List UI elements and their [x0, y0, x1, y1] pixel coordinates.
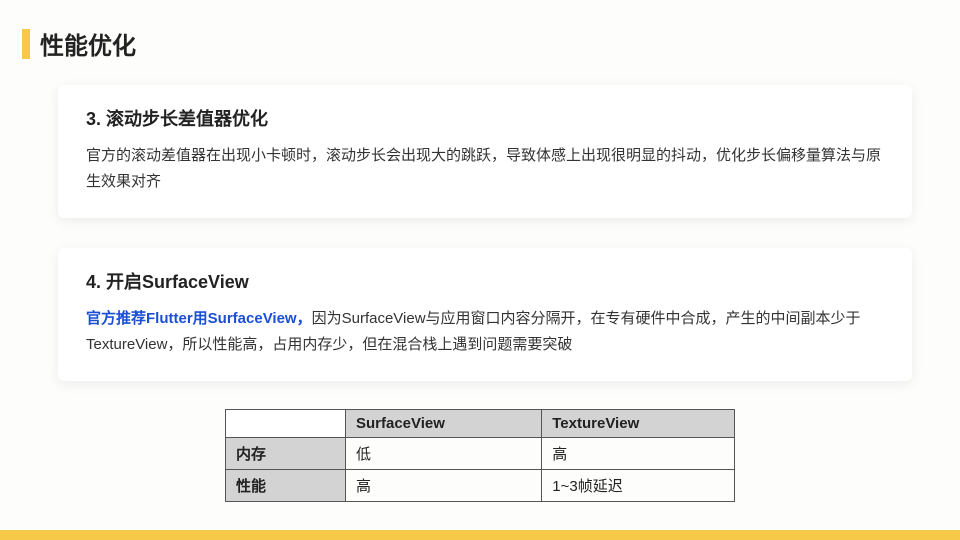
comparison-table-wrap: SurfaceView TextureView 内存 低 高 性能 高 1~3帧…	[225, 409, 735, 502]
table-corner	[226, 410, 346, 438]
table-row: 性能 高 1~3帧延迟	[226, 470, 735, 502]
title-bar: 性能优化	[0, 0, 960, 61]
row-label-perf: 性能	[226, 470, 346, 502]
card4-body: 官方推荐Flutter用SurfaceView，因为SurfaceView与应用…	[86, 306, 884, 357]
col-textureview: TextureView	[542, 410, 735, 438]
row-label-memory: 内存	[226, 438, 346, 470]
card3-title: 3. 滚动步长差值器优化	[86, 105, 884, 131]
cell-perf-sv: 高	[346, 470, 542, 502]
table-row: 内存 低 高	[226, 438, 735, 470]
col-surfaceview: SurfaceView	[346, 410, 542, 438]
cell-memory-sv: 低	[346, 438, 542, 470]
card4-highlight: 官方推荐Flutter用SurfaceView，	[86, 310, 312, 327]
card-scroll-optimization: 3. 滚动步长差值器优化 官方的滚动差值器在出现小卡顿时，滚动步长会出现大的跳跃…	[58, 85, 912, 218]
footer-accent-bar	[0, 530, 960, 540]
card4-title: 4. 开启SurfaceView	[86, 268, 884, 294]
cell-memory-tv: 高	[542, 438, 735, 470]
card3-body: 官方的滚动差值器在出现小卡顿时，滚动步长会出现大的跳跃，导致体感上出现很明显的抖…	[86, 143, 884, 194]
card-surfaceview: 4. 开启SurfaceView 官方推荐Flutter用SurfaceView…	[58, 248, 912, 381]
accent-bar	[22, 29, 30, 59]
table-header-row: SurfaceView TextureView	[226, 410, 735, 438]
page-title: 性能优化	[40, 26, 136, 61]
cell-perf-tv: 1~3帧延迟	[542, 470, 735, 502]
comparison-table: SurfaceView TextureView 内存 低 高 性能 高 1~3帧…	[225, 409, 735, 502]
